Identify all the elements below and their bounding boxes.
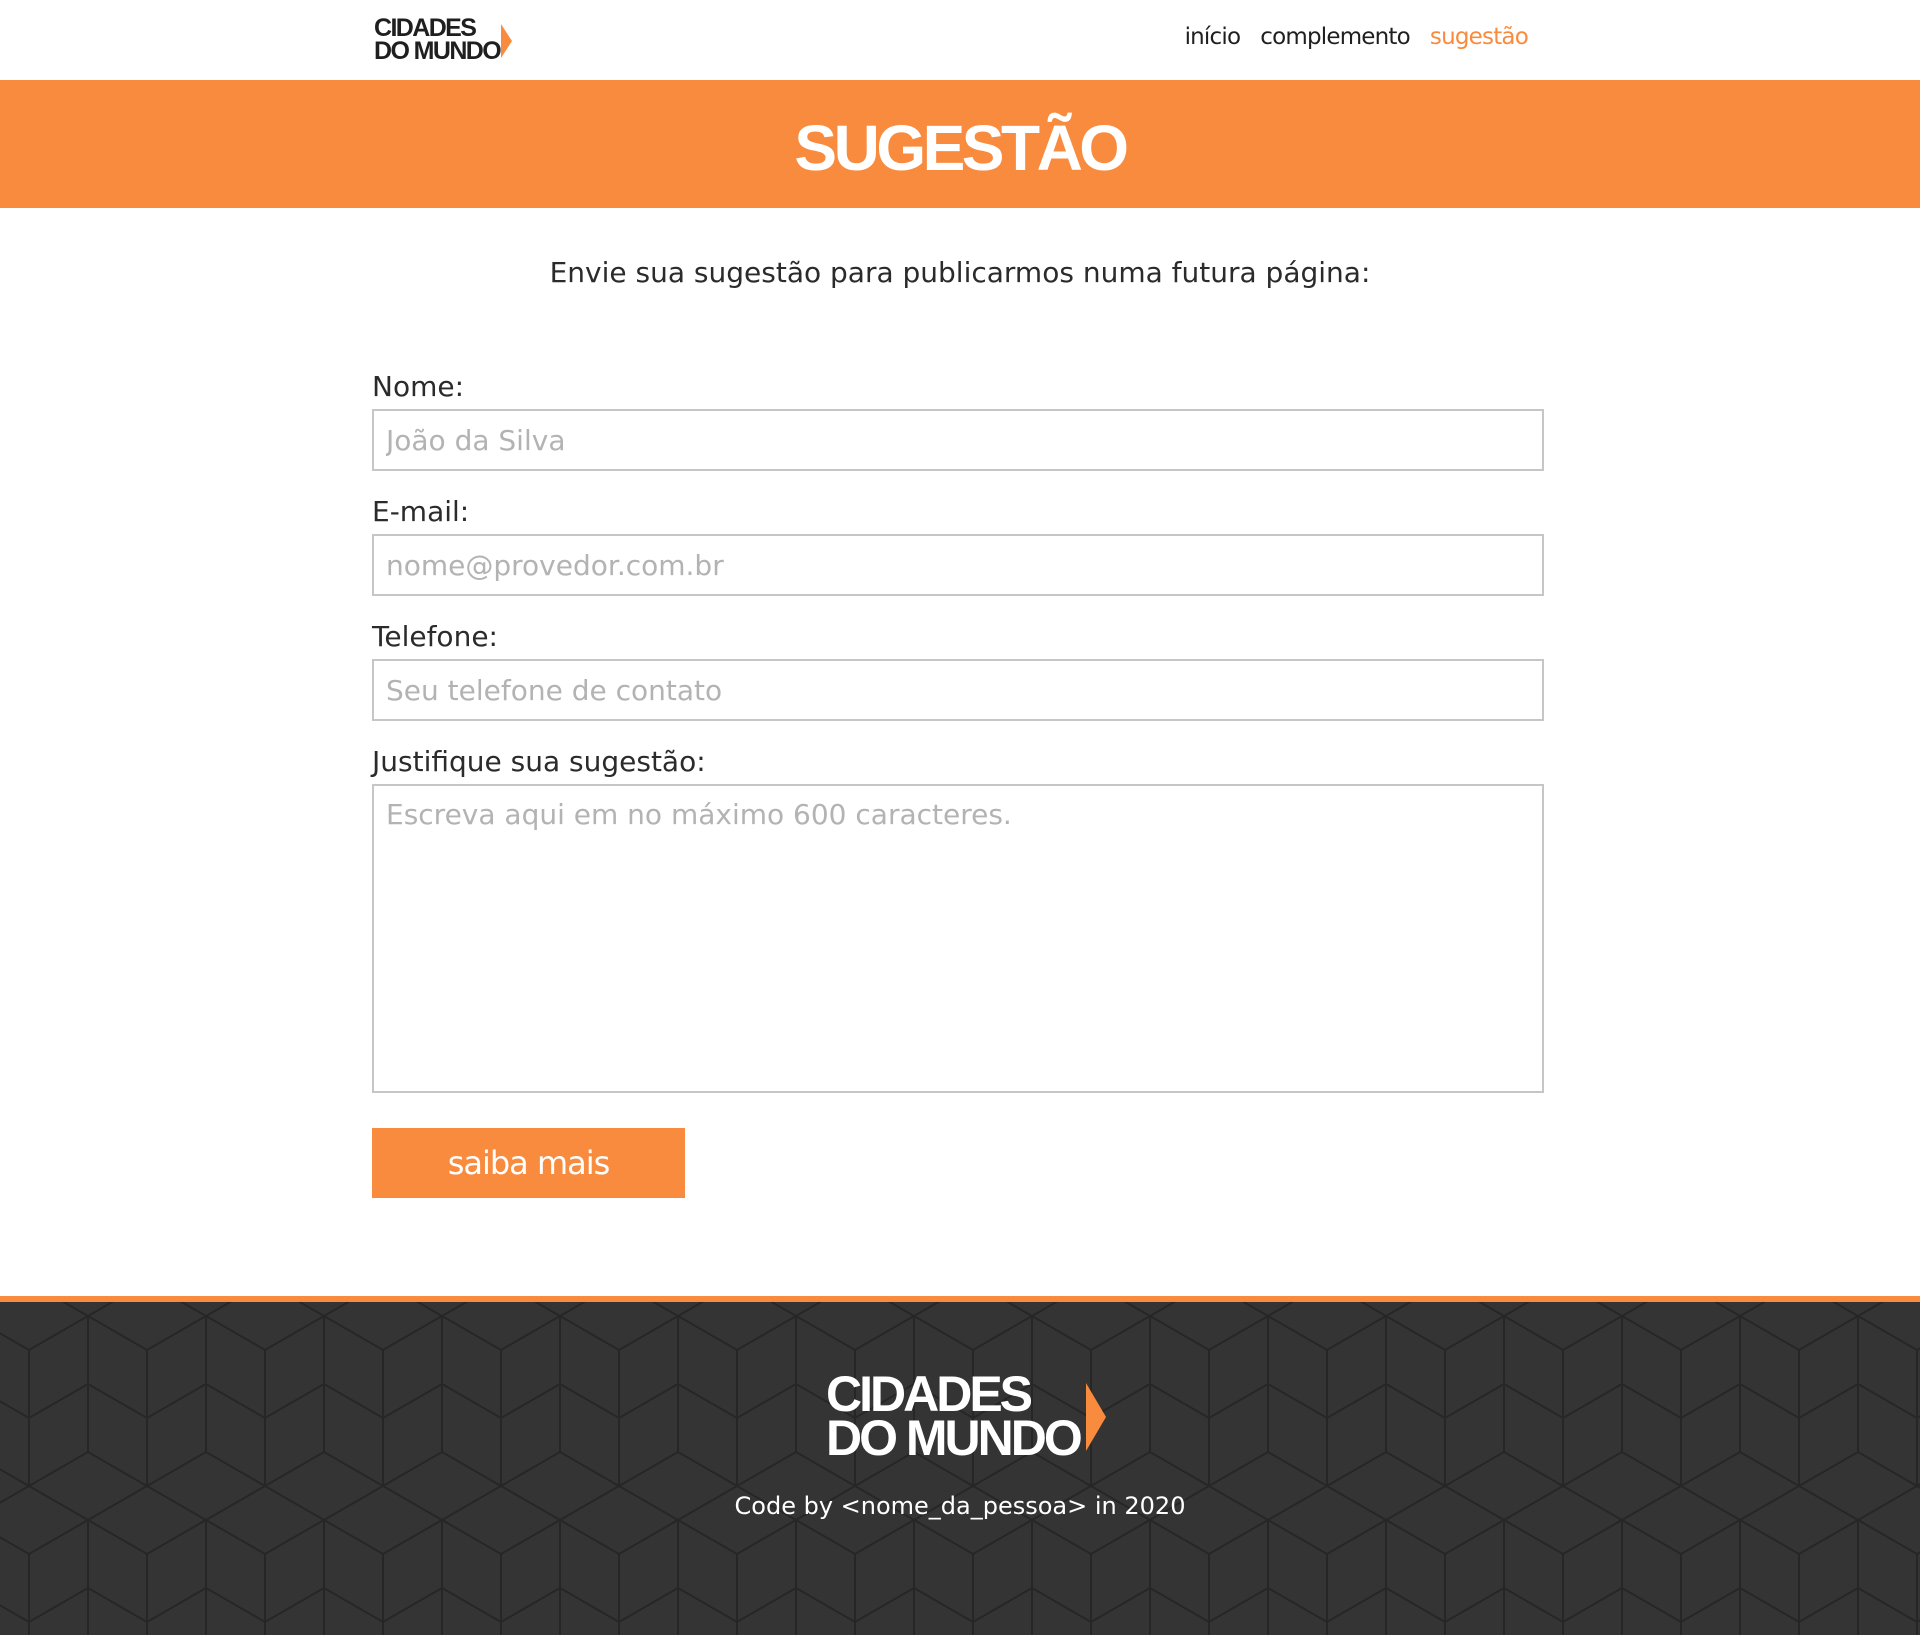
- name-input[interactable]: [372, 409, 1544, 471]
- chevron-right-icon: [501, 24, 513, 58]
- phone-label: Telefone:: [372, 620, 498, 653]
- footer-credit: Code by <nome_da_pessoa> in 2020: [734, 1492, 1186, 1520]
- nav-item-inicio[interactable]: início: [1185, 24, 1241, 50]
- page-title: SUGESTÃO: [794, 112, 1129, 184]
- justification-textarea[interactable]: [372, 784, 1544, 1093]
- site-logo[interactable]: CIDADES DO MUNDO: [374, 16, 513, 65]
- logo-line-2: DO MUNDO: [374, 37, 502, 65]
- logo-text: CIDADES DO MUNDO: [374, 16, 502, 65]
- main-content: Envie sua sugestão para publicarmos numa…: [0, 208, 1920, 1296]
- justification-label: Justifique sua sugestão:: [372, 745, 706, 778]
- phone-input[interactable]: [372, 659, 1544, 721]
- hexagon-pattern-background: [0, 1302, 1920, 1635]
- suggestion-form: Nome: E-mail: Telefone: Justifique sua s…: [372, 370, 1544, 1198]
- footer-logo[interactable]: CIDADES DO MUNDO: [826, 1369, 1106, 1466]
- nav-item-complemento[interactable]: complemento: [1260, 24, 1410, 50]
- page-banner: SUGESTÃO: [0, 80, 1920, 208]
- footer-logo-text: CIDADES DO MUNDO: [826, 1369, 1083, 1466]
- intro-text: Envie sua sugestão para publicarmos numa…: [549, 256, 1371, 289]
- site-header: CIDADES DO MUNDO início complemento suge…: [0, 0, 1920, 80]
- main-nav: início complemento sugestão: [1185, 24, 1529, 50]
- chevron-right-icon: [1085, 1383, 1106, 1451]
- email-label: E-mail:: [372, 495, 470, 528]
- nav-item-sugestao[interactable]: sugestão: [1430, 24, 1529, 50]
- submit-button[interactable]: saiba mais: [372, 1128, 685, 1198]
- email-input[interactable]: [372, 534, 1544, 596]
- footer-logo-line-2: DO MUNDO: [826, 1410, 1083, 1466]
- site-footer: CIDADES DO MUNDO Code by <nome_da_pessoa…: [0, 1296, 1920, 1635]
- name-label: Nome:: [372, 370, 465, 403]
